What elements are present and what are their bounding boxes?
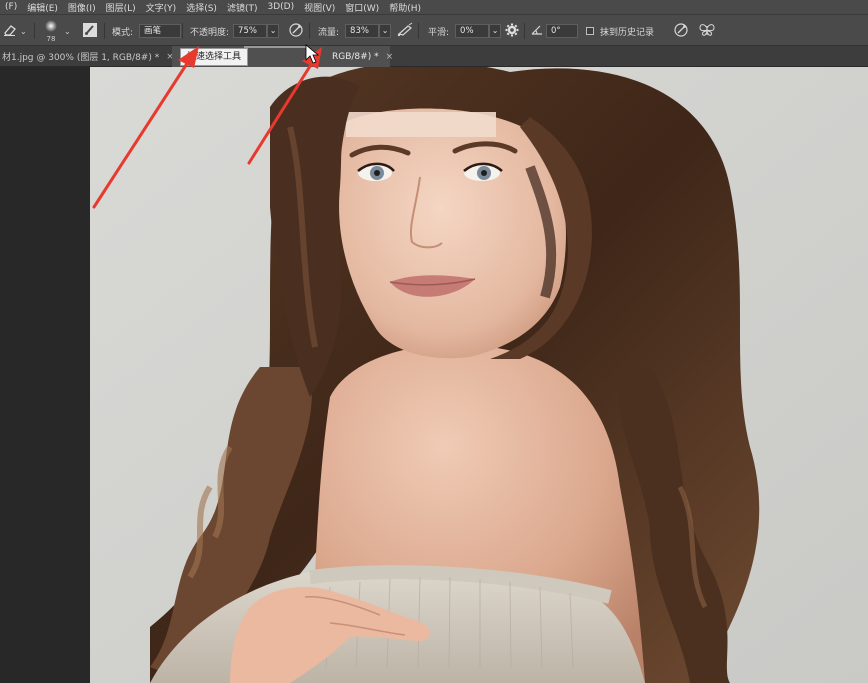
pressure-opacity-icon [288, 22, 304, 41]
menu-item-9[interactable]: 窗口(W) [340, 1, 384, 14]
divider [104, 23, 105, 39]
brush-size-label: 78 [46, 35, 56, 43]
mode-select[interactable]: 画笔 [139, 24, 182, 38]
smoothing-options-button[interactable] [504, 15, 520, 47]
chevron-down-icon: ⌄ [269, 26, 277, 35]
photo-woman-portrait [90, 67, 868, 683]
divider [309, 23, 310, 39]
chevron-down-icon: ⌄ [381, 26, 389, 35]
brush-settings-button[interactable] [82, 15, 98, 47]
mode-label: 模式: [112, 27, 134, 38]
pressure-size-button[interactable] [673, 15, 689, 47]
canvas-area[interactable] [0, 67, 868, 683]
smoothing-field[interactable]: 0% [455, 24, 490, 38]
opacity-slider-toggle[interactable]: ⌄ [267, 24, 280, 38]
document-canvas[interactable] [90, 67, 868, 683]
flow-label: 流量: [318, 27, 340, 38]
menu-item-10[interactable]: 帮助(H) [384, 1, 426, 14]
opacity-field[interactable]: 75% [233, 24, 268, 38]
menu-item-5[interactable]: 选择(S) [181, 1, 222, 14]
menu-item-7[interactable]: 3D(D) [262, 2, 299, 12]
eraser-icon [2, 23, 18, 40]
symmetry-button[interactable] [698, 15, 716, 47]
menu-item-0[interactable]: (F) [0, 2, 22, 12]
brush-tip-icon [44, 19, 58, 36]
flow-field[interactable]: 83% [345, 24, 380, 38]
brush-settings-icon [82, 22, 98, 41]
flow-slider-toggle[interactable]: ⌄ [379, 24, 392, 38]
menu-item-1[interactable]: 编辑(E) [22, 1, 63, 14]
menu-item-2[interactable]: 图像(I) [63, 1, 101, 14]
tooltip-slider-track [244, 46, 306, 48]
airbrush-button[interactable] [396, 15, 414, 47]
menu-item-8[interactable]: 视图(V) [299, 1, 340, 14]
butterfly-symmetry-icon [698, 22, 716, 41]
pressure-opacity-button[interactable] [288, 15, 304, 47]
menu-bar: (F) 编辑(E) 图像(I) 图层(L) 文字(Y) 选择(S) 滤镜(T) 3D(D) 视图… [0, 0, 868, 14]
menu-item-4[interactable]: 文字(Y) [141, 1, 182, 14]
chevron-down-icon: ⌄ [20, 26, 27, 36]
menu-item-6[interactable]: 滤镜(T) [222, 1, 263, 14]
smoothing-slider-toggle[interactable]: ⌄ [489, 24, 502, 38]
menu-item-3[interactable]: 图层(L) [101, 1, 141, 14]
divider [524, 23, 525, 39]
tool-tooltip: 快速选择工具 [180, 48, 249, 66]
opacity-label: 不透明度: [190, 27, 230, 38]
divider [418, 23, 419, 39]
brush-preset-picker[interactable]: 78 [44, 15, 58, 47]
chevron-down-icon[interactable]: ⌄ [64, 27, 71, 36]
options-bar: ⌄ 78 ⌄ 模式: 画笔 ⌄ 不透明度: 75% ⌄ 流量: 83% ⌄ [0, 14, 868, 46]
tab-document-1[interactable]: 材1.jpg @ 300% (图层 1, RGB/8#) * × [0, 46, 174, 67]
angle-field[interactable]: 0° [546, 24, 578, 38]
chevron-down-icon: ⌄ [491, 26, 499, 35]
tab-label: RGB/8#) * [332, 51, 379, 62]
angle-icon [530, 23, 544, 40]
gear-icon [504, 22, 520, 41]
pressure-size-icon [673, 22, 689, 41]
document-tab-bar: 材1.jpg @ 300% (图层 1, RGB/8#) * × RGB/8#)… [0, 46, 868, 67]
airbrush-icon [396, 22, 414, 41]
tool-preset-picker[interactable]: ⌄ [2, 15, 27, 47]
erase-history-checkbox[interactable] [586, 27, 594, 35]
divider [182, 23, 183, 39]
tab-label: 材1.jpg @ 300% (图层 1, RGB/8#) * [2, 53, 160, 63]
divider [34, 23, 35, 39]
close-icon[interactable]: × [386, 52, 394, 62]
smoothing-label: 平滑: [428, 27, 450, 38]
erase-history-label: 抹到历史记录 [600, 27, 655, 38]
